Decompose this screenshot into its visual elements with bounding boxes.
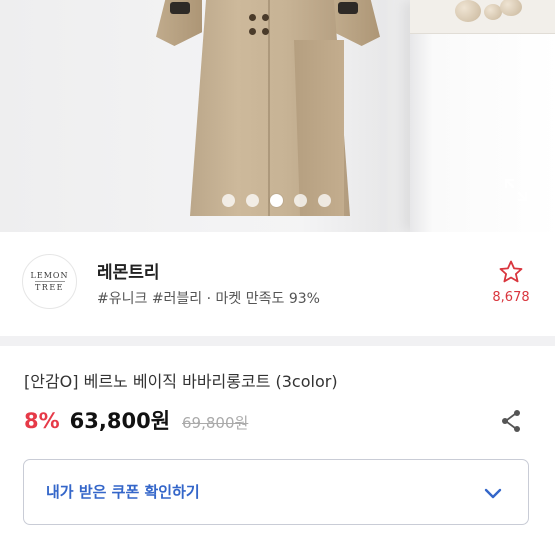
shop-logo-rule — [34, 281, 65, 282]
gallery-dot[interactable] — [222, 194, 235, 207]
image-pedestal — [410, 0, 555, 232]
coat-flap — [294, 40, 344, 216]
shop-tags: #유니크 #러블리 · 마켓 만족도 93% — [97, 291, 320, 307]
section-divider — [0, 336, 555, 346]
product-title: [안감O] 베르노 베이직 바바리롱코트 (3color) — [24, 372, 338, 391]
shop-name[interactable]: 레몬트리 — [97, 258, 160, 283]
coat-button — [262, 14, 269, 21]
original-price: 69,800원 — [182, 414, 249, 432]
coupon-check-button[interactable]: 내가 받은 쿠폰 확인하기 — [23, 459, 529, 525]
shop-logo-text: LEMON — [30, 271, 69, 280]
shop-logo[interactable]: LEMON TREE — [22, 254, 77, 309]
gallery-dot[interactable] — [294, 194, 307, 207]
gallery-dot-active[interactable] — [270, 194, 283, 207]
gallery-pagination — [222, 194, 331, 207]
coupon-check-label: 내가 받은 쿠폰 확인하기 — [46, 483, 200, 501]
coat-button — [262, 28, 269, 35]
expand-icon[interactable] — [503, 177, 529, 203]
coat-strap-left — [170, 2, 190, 14]
shop-info-row[interactable]: LEMON TREE 레몬트리 #유니크 #러블리 · 마켓 만족도 93% 8… — [0, 232, 555, 336]
chevron-down-icon — [484, 488, 502, 499]
product-image-gallery[interactable] — [0, 0, 555, 232]
coat-button — [249, 28, 256, 35]
coat-button — [249, 14, 256, 21]
price-row: 8% 63,800원 69,800원 — [24, 405, 248, 437]
discount-rate: 8% — [24, 409, 60, 433]
gallery-dot[interactable] — [318, 194, 331, 207]
shop-logo-text: TREE — [34, 283, 65, 292]
sale-price: 63,800원 — [69, 409, 171, 433]
star-outline-icon[interactable] — [498, 259, 524, 285]
image-decor-ball — [455, 0, 481, 22]
favorite-count: 8,678 — [492, 290, 530, 305]
share-icon[interactable] — [499, 408, 523, 434]
image-pedestal-top — [410, 0, 555, 34]
coat-strap-right — [338, 2, 358, 14]
gallery-dot[interactable] — [246, 194, 259, 207]
